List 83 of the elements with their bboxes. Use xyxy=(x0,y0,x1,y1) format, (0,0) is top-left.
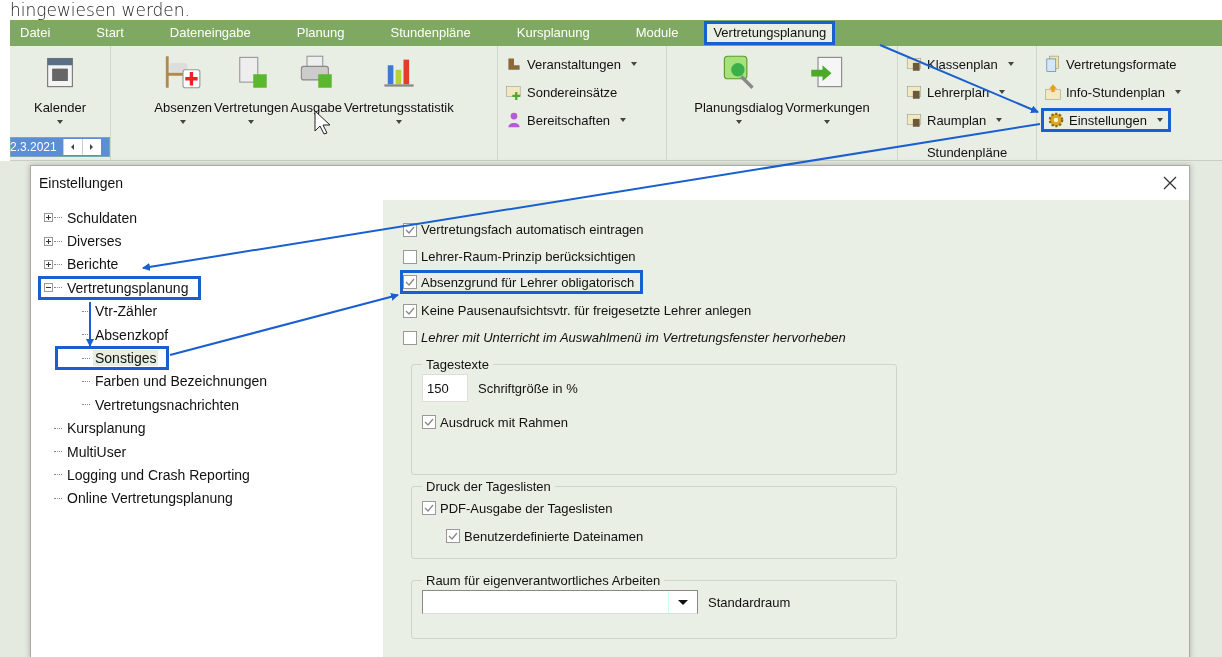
ribbon-button[interactable]: Vertretungen xyxy=(213,50,290,131)
timetable-icon xyxy=(905,55,923,73)
dialog-title: Einstellungen xyxy=(39,175,124,191)
ribbon-button[interactable]: Vertretungsformate xyxy=(1041,52,1180,76)
ribbon-button[interactable]: Kalender xyxy=(32,50,87,131)
ribbon-button[interactable]: Sondereinsätze xyxy=(502,80,621,104)
bed-icon xyxy=(165,54,202,90)
ribbon-button[interactable]: Vormerkungen xyxy=(784,50,871,131)
expander-icon[interactable] xyxy=(44,259,53,269)
ribbon-button[interactable]: Vertretungsstatistik xyxy=(342,50,455,131)
ribbon-button[interactable]: Veranstaltungen xyxy=(502,52,642,76)
checkbox-label: Absenzgrund für Lehrer obligatorisch xyxy=(421,274,635,290)
ribbon-button[interactable]: Info-Stundenplan xyxy=(1041,80,1187,104)
tree-item[interactable]: MultiUser xyxy=(65,443,129,460)
tree-item[interactable]: Absenzkopf xyxy=(93,326,171,343)
ribbon-button[interactable]: Lehrerplan xyxy=(902,80,1011,104)
caret-icon xyxy=(999,90,1006,94)
checkbox-label: Keine Pausenaufsichtsvtr. für freigesetzte Lehrer anlegen xyxy=(421,303,752,318)
grid-plus-icon xyxy=(505,83,523,101)
timetable-arrow-icon xyxy=(1044,83,1062,101)
checkbox[interactable] xyxy=(403,249,417,264)
ribbon-tab[interactable]: Vertretungsplanung xyxy=(704,21,836,45)
checkbox-label: Lehrer-Raum-Prinzip berücksichtigen xyxy=(421,249,636,264)
caret-icon xyxy=(1175,90,1182,94)
group-title: Druck der Tageslisten xyxy=(425,479,552,494)
tree-item[interactable]: Vtr-Zähler xyxy=(93,303,160,320)
tree-item[interactable]: Farben und Bezeichnungen xyxy=(93,373,270,390)
number-field[interactable]: 150 xyxy=(422,374,468,402)
caret-icon xyxy=(57,120,63,124)
timetable-icon xyxy=(905,111,923,129)
checkbox-label: Lehrer mit Unterricht im Auswahlmenü im Vertretungsfenster hervorheben xyxy=(421,330,846,345)
tree-item[interactable]: Berichte xyxy=(65,256,121,273)
ribbon-button[interactable]: Einstellungen xyxy=(1041,108,1172,132)
ribbon-button[interactable]: Absenzen xyxy=(153,50,214,131)
ribbon-button[interactable]: Klassenplan xyxy=(902,52,1019,76)
tree-item[interactable]: Vertretungsplanung xyxy=(65,279,191,296)
tree-item[interactable]: Kursplanung xyxy=(65,420,148,437)
caret-icon xyxy=(735,120,742,124)
checkbox[interactable] xyxy=(403,303,417,318)
group-label: Stundenpläne xyxy=(925,146,1009,160)
caret-icon xyxy=(630,62,637,66)
settings-icon xyxy=(1047,111,1065,129)
caret-icon xyxy=(180,120,187,124)
caret-icon xyxy=(248,120,255,124)
checkbox-label: PDF-Ausgabe der Tageslisten xyxy=(440,500,613,516)
field-label: Schriftgröße in % xyxy=(478,380,578,396)
checkbox[interactable] xyxy=(422,501,436,515)
tree-item[interactable]: Sonstiges xyxy=(93,350,159,367)
tree-item[interactable]: Logging und Crash Reporting xyxy=(65,467,252,483)
expander-icon[interactable] xyxy=(44,283,53,293)
timetable-icon xyxy=(905,83,923,101)
caret-icon xyxy=(395,120,402,124)
tree-item[interactable]: Online Vertretungsplanung xyxy=(65,490,235,507)
tree-item[interactable]: Schuldaten xyxy=(65,209,140,226)
checkbox[interactable] xyxy=(403,330,417,345)
tree-item[interactable]: Vertretungsnachrichten xyxy=(93,396,241,413)
checkbox-label: Benutzerdefinierte Dateinamen xyxy=(464,528,644,544)
ribbon-button[interactable]: Ausgabe xyxy=(289,50,343,131)
tree-item[interactable]: Diverses xyxy=(65,233,124,250)
documents-icon xyxy=(1044,55,1062,73)
checkbox[interactable] xyxy=(403,275,417,289)
ribbon-button[interactable]: Planungsdialog xyxy=(693,50,785,131)
close-icon[interactable] xyxy=(1163,176,1177,190)
group-title: Raum für eigenverantwortliches Arbeiten xyxy=(425,573,662,588)
caption-text: hingewiesen werden. xyxy=(9,0,191,20)
group-title: Tagestexte xyxy=(425,357,490,372)
ribbon-button[interactable]: Raumplan xyxy=(902,108,1008,132)
checkbox[interactable] xyxy=(446,529,460,543)
caret-icon xyxy=(996,118,1003,122)
ribbon-button[interactable]: Bereitschaften xyxy=(502,108,632,132)
caret-icon xyxy=(620,118,627,122)
expander-icon[interactable] xyxy=(44,236,53,246)
previous-button[interactable] xyxy=(62,139,82,155)
caret-icon xyxy=(1007,62,1014,66)
dropdown[interactable] xyxy=(422,590,698,614)
printer-icon xyxy=(298,54,335,90)
checkbox-label: Ausdruck mit Rahmen xyxy=(440,414,568,430)
caret-icon xyxy=(824,120,831,124)
checkbox-label: Vertretungsfach automatisch eintragen xyxy=(421,222,644,237)
checkbox[interactable] xyxy=(422,415,436,429)
caret-icon xyxy=(1157,118,1164,122)
expander-icon[interactable] xyxy=(44,213,53,223)
field-label: Standardraum xyxy=(708,594,791,610)
